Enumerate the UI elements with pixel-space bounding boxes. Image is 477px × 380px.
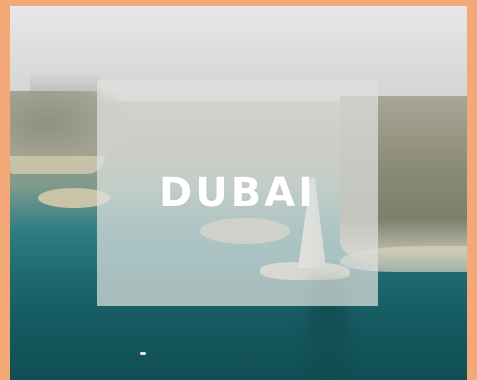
- city-title: DUBAI: [158, 170, 316, 216]
- card-frame: DUBAI: [0, 0, 477, 380]
- beach-left: [10, 156, 105, 174]
- title-overlay-panel[interactable]: DUBAI: [97, 80, 378, 306]
- boat: [140, 352, 146, 355]
